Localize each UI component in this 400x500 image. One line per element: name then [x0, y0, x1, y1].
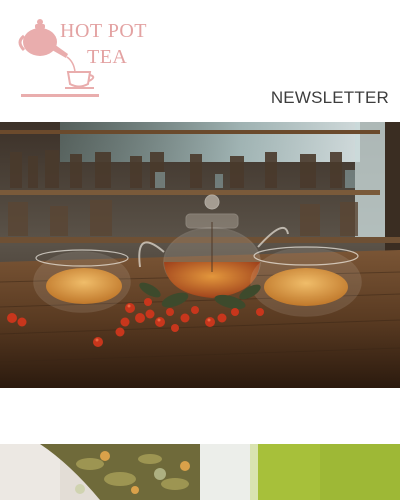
hero-tea-photo — [0, 122, 400, 388]
site-header: HOT POT TEA NEWSLETTER — [0, 0, 400, 122]
page: HOT POT TEA NEWSLETTER — [0, 0, 400, 500]
tile-green-tea-image[interactable] — [200, 444, 400, 500]
brand-name-line1: HOT POT — [60, 20, 148, 42]
brand-logo[interactable]: HOT POT TEA — [18, 14, 158, 104]
brand-name-line2: TEA — [87, 46, 128, 68]
dried-herbal-tea-photo — [0, 444, 200, 500]
hero-image — [0, 122, 400, 388]
green-tea-photo — [200, 444, 400, 500]
nav-newsletter-link[interactable]: NEWSLETTER — [271, 88, 389, 108]
tile-herbal-tea-image[interactable] — [0, 444, 200, 500]
